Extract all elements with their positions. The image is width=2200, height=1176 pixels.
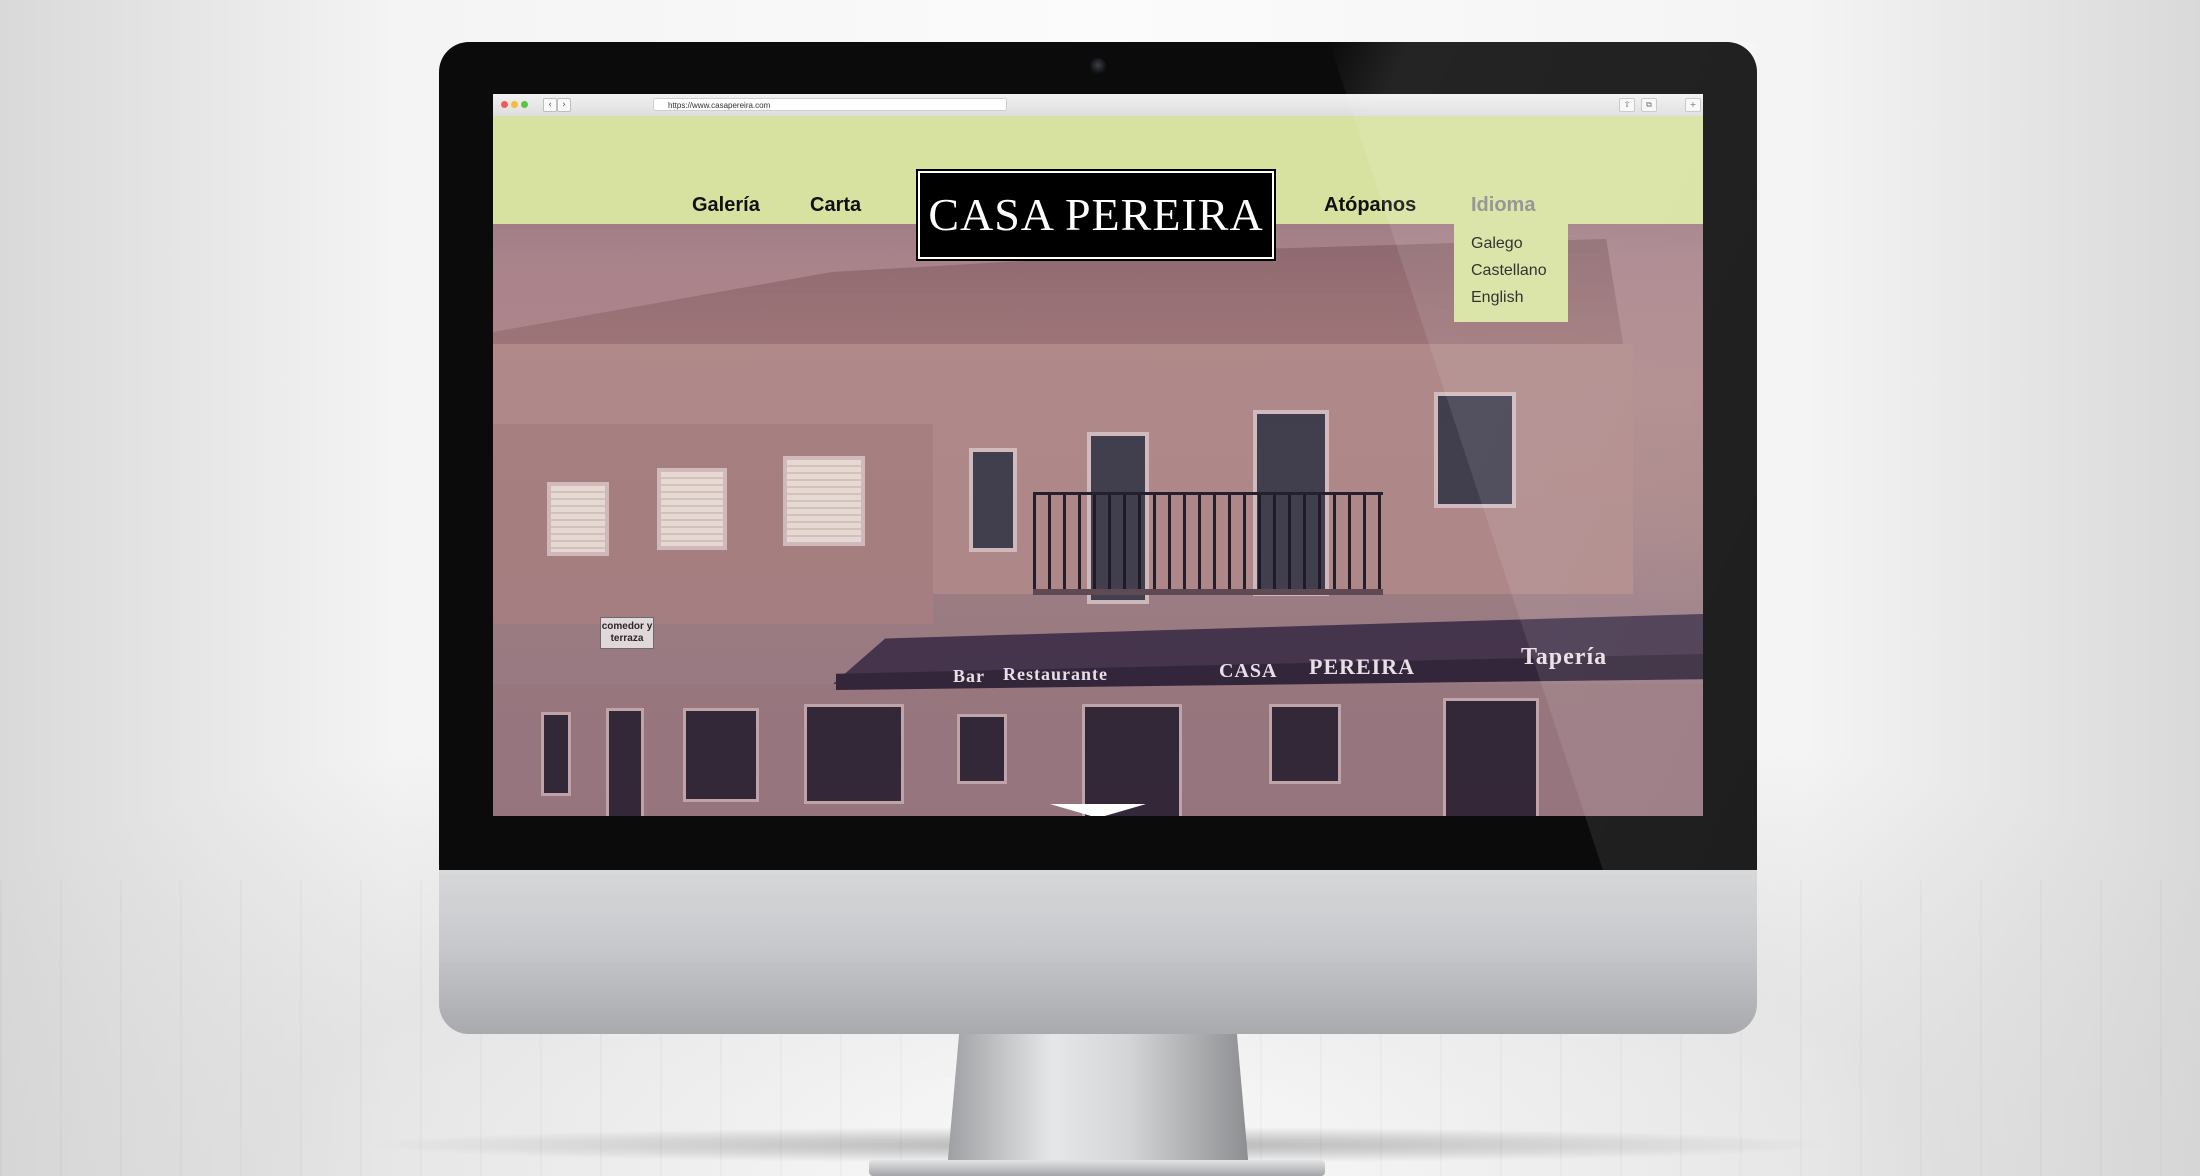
photo-door [1443,698,1539,816]
browser-toolbar: ‹ › https://www.casapereira.com ⇧ ⧉ + [493,94,1703,117]
language-dropdown: Galego Castellano English [1454,224,1568,322]
language-castellano[interactable]: Castellano [1471,262,1547,280]
camera-icon [1090,58,1106,74]
address-bar[interactable]: https://www.casapereira.com [653,98,1007,111]
awning-text-bar: Bar [953,666,985,686]
monitor-stand [947,1034,1249,1170]
site-logo[interactable]: CASA PEREIRA [916,169,1276,261]
photo-window [1434,392,1516,508]
share-icon[interactable]: ⇧ [1619,98,1635,112]
monitor-bezel: ‹ › https://www.casapereira.com ⇧ ⧉ + co… [439,42,1757,870]
awning-text-restaurante: Restaurante [1003,664,1108,684]
language-galego[interactable]: Galego [1471,235,1523,253]
monitor-stand-base [869,1160,1325,1176]
minimize-window-icon[interactable] [511,101,518,108]
photo-window [804,704,904,804]
photo-balcony [1033,492,1383,595]
photo-sign: comedor y terraza [600,617,654,649]
photo-door [606,708,644,816]
monitor-chin [439,870,1757,1034]
awning-text-taperia: Tapería [1521,644,1608,670]
photo-window [683,708,759,802]
imac-monitor: ‹ › https://www.casapereira.com ⇧ ⧉ + co… [439,42,1757,1176]
nav-idioma[interactable]: Idioma [1471,194,1535,217]
maximize-window-icon[interactable] [521,101,528,108]
photo-window [547,482,609,556]
browser-window: ‹ › https://www.casapereira.com ⇧ ⧉ + co… [493,94,1703,816]
photo-window [1269,704,1341,784]
forward-button[interactable]: › [557,98,571,112]
awning-text-casa: CASA [1219,660,1278,682]
photo-window [657,468,727,550]
awning-text-pereira: PEREIRA [1309,654,1416,679]
nav-galeria[interactable]: Galería [692,194,760,217]
photo-window [957,714,1007,784]
new-tab-icon[interactable]: + [1685,98,1701,112]
photo-window [783,456,865,546]
nav-atopanos[interactable]: Atópanos [1324,194,1416,217]
language-english[interactable]: English [1471,289,1523,307]
back-button[interactable]: ‹ [543,98,557,112]
photo-window [969,448,1017,552]
tabs-icon[interactable]: ⧉ [1641,98,1657,112]
photo-door [1082,704,1182,816]
nav-carta[interactable]: Carta [810,194,861,217]
site-logo-text: CASA PEREIRA [928,189,1264,240]
photo-window [541,712,571,796]
close-window-icon[interactable] [501,101,508,108]
